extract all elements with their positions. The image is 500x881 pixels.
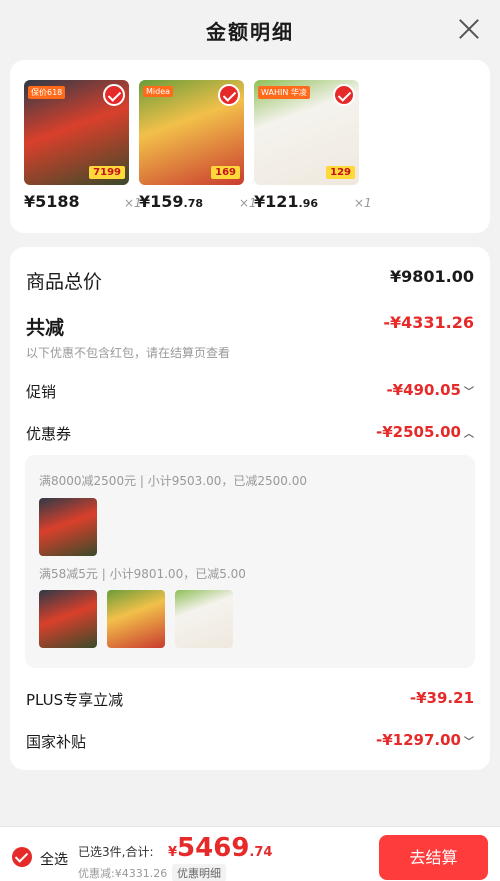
page-title: 金额明细 [206,20,294,44]
discount-label: 共减 [26,317,65,339]
checkout-button[interactable]: 去结算 [379,835,488,880]
coupon-label: 优惠券 [26,425,72,443]
product-item[interactable]: WAHIN 华凌 129 ¥121.96 ×1 [254,80,372,211]
product-badge: 129 [326,166,355,179]
discount-summary: 优惠减:¥4331.26 [78,867,168,880]
bottom-bar: 全选 已选3件,合计: ¥5469.74 优惠减:¥4331.26 优惠明细 去… [0,826,500,881]
product-qty: ×1 [354,196,372,210]
total-value: ¥9801.00 [389,267,474,286]
product-price: ¥121.96 [254,192,319,211]
product-tag: Midea [143,86,174,97]
discount-detail-button[interactable]: 优惠明细 [172,864,226,881]
checkmark-icon[interactable] [103,84,125,106]
coupon-detail-box: 满8000减2500元 | 小计9503.00，已减2500.00 满58减5元… [25,455,475,668]
product-badge: 7199 [89,166,125,179]
product-price: ¥159.78 [139,192,204,211]
coupon-product-thumb [107,590,165,648]
subsidy-label: 国家补贴 [26,733,87,751]
subsidy-value: -¥1297.00 ﹀ [376,731,474,749]
product-image: WAHIN 华凌 129 [254,80,359,185]
promo-value: -¥490.05 ﹀ [386,381,474,399]
plus-label: PLUS专享立减 [26,691,124,709]
coupon-product-thumb [175,590,233,648]
coupon-value: -¥2505.00 ︿ [376,423,474,441]
discount-note: 以下优惠不包含红包，请在结算页查看 [26,346,231,360]
coupon-product-thumb [39,498,97,556]
product-badge: 169 [211,166,240,179]
plus-value: -¥39.21 [409,689,474,707]
checkmark-icon[interactable] [333,84,355,106]
coupon-line: 满58减5元 | 小计9801.00，已减5.00 [39,567,246,581]
product-item[interactable]: Midea 169 ¥159.78 ×1 [139,80,257,211]
select-all-label[interactable]: 全选 [40,849,68,869]
coupon-line: 满8000减2500元 | 小计9503.00，已减2500.00 [39,474,307,488]
product-tag: 保价618 [28,86,66,99]
promo-label: 促销 [26,383,57,401]
header: 金额明细 [0,0,500,60]
chevron-up-icon[interactable]: ︿ [464,425,474,440]
chevron-down-icon[interactable]: ﹀ [464,733,474,748]
coupon-product-thumb [39,590,97,648]
price-summary: 商品总价 ¥9801.00 共减 -¥4331.26 以下优惠不包含红包，请在结… [10,247,490,770]
product-price: ¥5188 [24,192,80,211]
checkmark-icon[interactable] [218,84,240,106]
product-tag: WAHIN 华凌 [258,86,310,99]
product-item[interactable]: 保价618 7199 ¥5188 ×1 [24,80,142,211]
product-image: Midea 169 [139,80,244,185]
total-label: 商品总价 [26,271,103,293]
discount-value: -¥4331.26 [383,313,474,332]
chevron-down-icon[interactable]: ﹀ [464,383,474,398]
product-image: 保价618 7199 [24,80,129,185]
close-icon[interactable] [458,18,480,40]
product-list: 保价618 7199 ¥5188 ×1 Midea 169 ¥159.78 ×1… [10,60,490,233]
total-price: ¥5469.74 [168,833,273,863]
selected-count: 已选3件,合计: [78,845,154,859]
select-all-checkbox[interactable] [12,847,32,867]
